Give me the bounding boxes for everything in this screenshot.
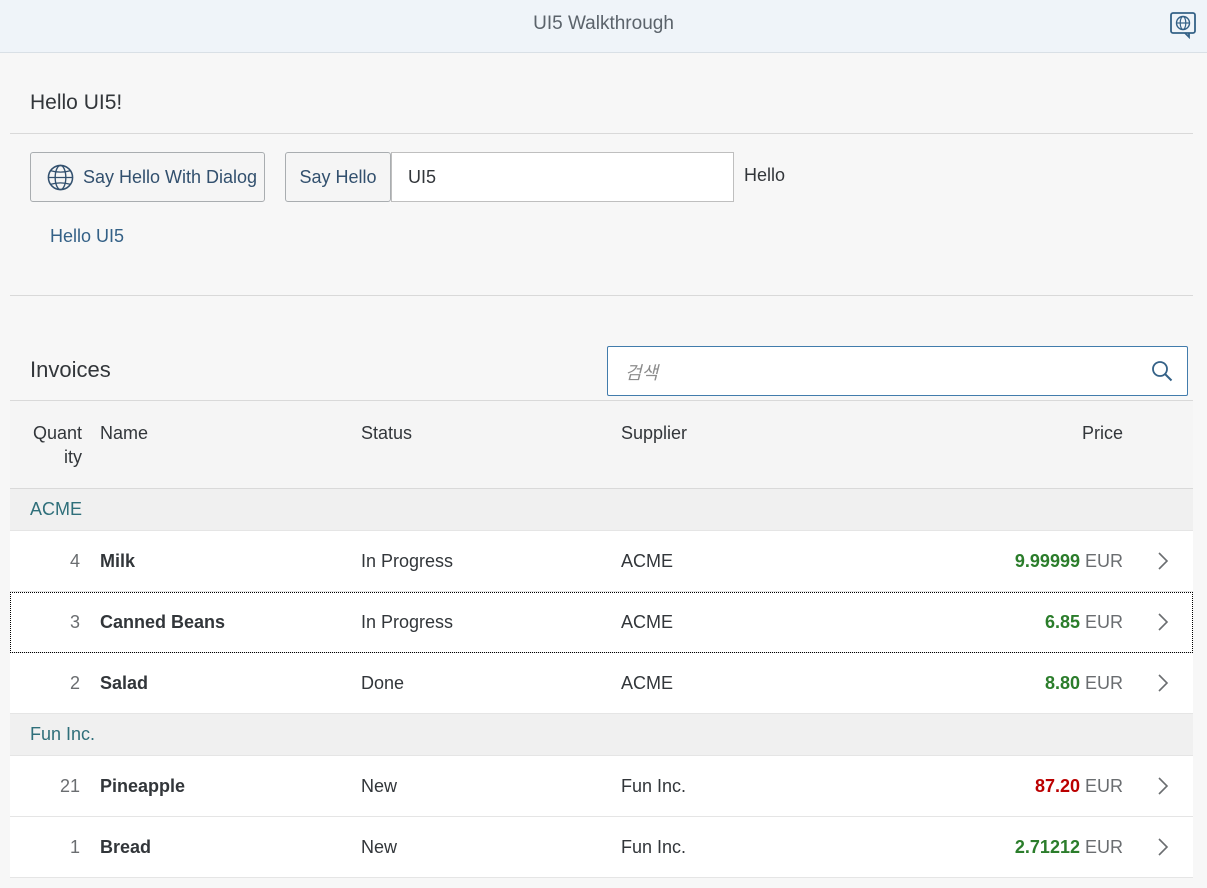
table-header: Quant ity Name Status Supplier Price bbox=[10, 400, 1193, 489]
cell-quantity: 4 bbox=[69, 551, 80, 571]
cell-supplier: Fun Inc. bbox=[621, 776, 687, 796]
price-currency: EUR bbox=[1084, 673, 1123, 693]
price-currency: EUR bbox=[1084, 612, 1123, 632]
globe-help-icon[interactable] bbox=[1169, 11, 1197, 39]
cell-price: 8.80 EUR bbox=[1045, 672, 1123, 694]
cell-price: 9.99999 EUR bbox=[1015, 550, 1123, 572]
cell-quantity: 2 bbox=[69, 673, 80, 693]
hello-text: Hello bbox=[744, 165, 786, 185]
name-input[interactable]: UI5 bbox=[391, 152, 734, 202]
cell-price: 6.85 EUR bbox=[1045, 611, 1123, 633]
table-row[interactable]: 3 Canned Beans In Progress ACME 6.85 EUR bbox=[10, 592, 1193, 653]
say-hello-label: Say Hello bbox=[299, 166, 377, 187]
price-value: 87.20 bbox=[1034, 776, 1080, 796]
price-currency: EUR bbox=[1084, 551, 1123, 571]
price-value: 2.71212 bbox=[1014, 837, 1080, 857]
cell-name: Milk bbox=[100, 551, 136, 571]
cell-price: 2.71212 EUR bbox=[1015, 836, 1123, 858]
shell-header: UI5 Walkthrough bbox=[0, 0, 1207, 53]
cell-quantity: 1 bbox=[69, 837, 80, 857]
search-field[interactable]: 검색 bbox=[607, 346, 1188, 396]
cell-status: New bbox=[361, 837, 398, 857]
column-header-quantity: Quant ity bbox=[32, 423, 82, 467]
price-value: 8.80 bbox=[1044, 673, 1080, 693]
chevron-right-icon bbox=[1158, 838, 1169, 856]
cell-supplier: ACME bbox=[621, 612, 674, 632]
cell-supplier: ACME bbox=[621, 551, 674, 571]
say-hello-button[interactable]: Say Hello bbox=[285, 152, 391, 202]
invoice-table: Quant ity Name Status Supplier Price ACME… bbox=[10, 400, 1193, 878]
column-header-status: Status bbox=[361, 423, 413, 443]
cell-quantity: 21 bbox=[59, 776, 80, 796]
column-header-price: Price bbox=[1081, 423, 1123, 443]
price-currency: EUR bbox=[1084, 776, 1123, 796]
cell-supplier: ACME bbox=[621, 673, 674, 693]
name-input-value: UI5 bbox=[408, 166, 437, 187]
invoices-title: Invoices bbox=[30, 357, 111, 382]
cell-quantity: 3 bbox=[69, 612, 80, 632]
cell-status: New bbox=[361, 776, 398, 796]
say-hello-dialog-label: Say Hello With Dialog bbox=[83, 166, 258, 187]
chevron-right-icon bbox=[1158, 613, 1169, 631]
table-row[interactable]: 21 Pineapple New Fun Inc. 87.20 EUR bbox=[10, 756, 1193, 817]
table-row[interactable]: 1 Bread New Fun Inc. 2.71212 EUR bbox=[10, 817, 1193, 878]
say-hello-dialog-button[interactable]: Say Hello With Dialog bbox=[30, 152, 265, 202]
chevron-right-icon bbox=[1158, 552, 1169, 570]
table-row[interactable]: 2 Salad Done ACME 8.80 EUR bbox=[10, 653, 1193, 714]
column-header-name: Name bbox=[100, 423, 149, 443]
cell-supplier: Fun Inc. bbox=[621, 837, 687, 857]
globe-icon bbox=[47, 164, 74, 190]
search-placeholder: 검색 bbox=[625, 363, 659, 383]
price-value: 6.85 bbox=[1044, 612, 1080, 632]
cell-name: Salad bbox=[100, 673, 149, 693]
shell-title: UI5 Walkthrough bbox=[533, 13, 674, 34]
price-currency: EUR bbox=[1084, 837, 1123, 857]
group-label: ACME bbox=[30, 499, 83, 519]
cell-status: Done bbox=[361, 673, 405, 693]
group-label: Fun Inc. bbox=[30, 724, 96, 744]
cell-name: Pineapple bbox=[100, 776, 186, 796]
table-body: ACME 4 Milk In Progress ACME 9.99999 EUR 3 Canne… bbox=[10, 489, 1193, 878]
cell-status: In Progress bbox=[361, 612, 454, 632]
group-header: ACME bbox=[10, 489, 1193, 531]
price-value: 9.99999 bbox=[1014, 551, 1080, 571]
cell-price: 87.20 EUR bbox=[1035, 775, 1123, 797]
search-icon[interactable] bbox=[1151, 360, 1173, 382]
group-header: Fun Inc. bbox=[10, 714, 1193, 756]
table-row[interactable]: 4 Milk In Progress ACME 9.99999 EUR bbox=[10, 531, 1193, 592]
hello-link[interactable]: Hello UI5 bbox=[50, 226, 124, 247]
panel-title: Hello UI5! bbox=[30, 91, 123, 114]
cell-name: Canned Beans bbox=[100, 612, 226, 632]
column-header-supplier: Supplier bbox=[621, 423, 688, 443]
cell-status: In Progress bbox=[361, 551, 454, 571]
panel-divider-top bbox=[10, 133, 1193, 134]
chevron-right-icon bbox=[1158, 674, 1169, 692]
panel-divider-bottom bbox=[10, 295, 1193, 296]
cell-name: Bread bbox=[100, 837, 152, 857]
chevron-right-icon bbox=[1158, 777, 1169, 795]
